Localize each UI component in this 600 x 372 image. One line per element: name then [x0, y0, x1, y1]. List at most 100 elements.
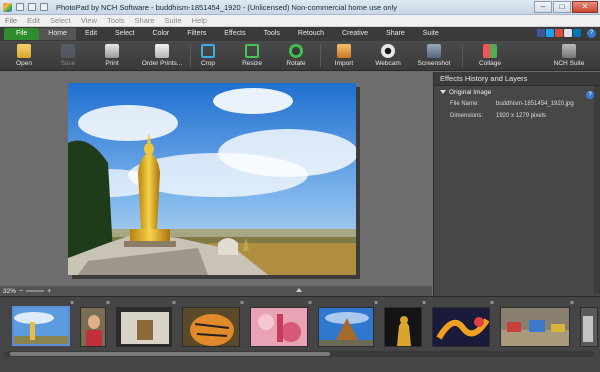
- thumbnail-buddha-statue[interactable]: [12, 306, 70, 346]
- thumbnail-close-icon[interactable]: ×: [374, 300, 380, 307]
- rotate-label: Rotate: [286, 60, 306, 67]
- nch-suite-button[interactable]: NCH Suite: [546, 43, 592, 69]
- linkedin-icon[interactable]: [573, 29, 581, 37]
- maximize-button[interactable]: □: [553, 1, 571, 13]
- screenshot-button[interactable]: Screenshot: [412, 43, 456, 69]
- thumbnail-scrollbar-thumb[interactable]: [10, 352, 330, 356]
- redo-icon[interactable]: [40, 3, 48, 11]
- zoom-slider[interactable]: [26, 290, 45, 292]
- thumbnail-close-icon[interactable]: ×: [570, 300, 576, 307]
- tab-creative[interactable]: Creative: [333, 28, 377, 40]
- panel-title: Effects History and Layers: [434, 72, 600, 86]
- import-button[interactable]: Import: [324, 43, 364, 69]
- order-prints-button[interactable]: Order Prints...: [138, 43, 186, 69]
- thumbnail-close-icon[interactable]: ×: [240, 300, 246, 307]
- thumbnail-tiger[interactable]: [182, 307, 240, 347]
- webcam-label: Webcam: [375, 60, 401, 67]
- menu-help[interactable]: Help: [187, 16, 212, 25]
- youtube-icon[interactable]: [564, 29, 572, 37]
- undo-icon[interactable]: [28, 3, 36, 11]
- thumbnail-pink-flowers[interactable]: [250, 307, 308, 347]
- crop-button[interactable]: Crop: [188, 43, 228, 69]
- zoom-value: 32%: [3, 287, 17, 295]
- expand-triangle-icon[interactable]: [440, 90, 446, 94]
- menu-tools[interactable]: Tools: [102, 16, 130, 25]
- twitter-icon[interactable]: [546, 29, 554, 37]
- menu-share[interactable]: Share: [130, 16, 160, 25]
- printer-icon: [105, 44, 119, 58]
- tab-home[interactable]: Home: [39, 28, 76, 40]
- collage-button[interactable]: Collage: [470, 43, 510, 69]
- tab-file[interactable]: File: [4, 28, 40, 40]
- facebook-icon[interactable]: [537, 29, 545, 37]
- toolbar: Open Save Print Order Prints... Crop Res…: [0, 41, 600, 71]
- ribbon-tabs: File Home Edit Select Color Filters Effe…: [0, 27, 600, 41]
- thumbnail-temple-sky[interactable]: [318, 307, 374, 347]
- webcam-button[interactable]: Webcam: [368, 43, 408, 69]
- rotate-button[interactable]: Rotate: [276, 43, 316, 69]
- window-title: PhotoPad by NCH Software - buddhism-1851…: [56, 2, 398, 12]
- menu-file[interactable]: File: [0, 16, 22, 25]
- tab-edit[interactable]: Edit: [76, 28, 106, 40]
- tab-suite[interactable]: Suite: [414, 28, 448, 40]
- dimensions-row: Dimensions: 1920 x 1279 pixels: [434, 110, 600, 122]
- collage-icon: [483, 44, 497, 58]
- tab-color[interactable]: Color: [144, 28, 179, 40]
- tab-share[interactable]: Share: [377, 28, 414, 40]
- menu-view[interactable]: View: [76, 16, 102, 25]
- import-label: Import: [334, 60, 354, 67]
- main-photo[interactable]: [68, 83, 356, 275]
- title-bar: PhotoPad by NCH Software - buddhism-1851…: [0, 0, 600, 15]
- menu-suite[interactable]: Suite: [160, 16, 187, 25]
- import-icon: [337, 44, 351, 58]
- thumbnail-close-icon[interactable]: ×: [490, 300, 496, 307]
- zoom-bar: 32% − +: [0, 286, 432, 296]
- menu-edit[interactable]: Edit: [22, 16, 45, 25]
- collapse-strip-icon[interactable]: [296, 288, 302, 292]
- open-button[interactable]: Open: [4, 43, 44, 69]
- thumbnail-market[interactable]: [500, 307, 570, 347]
- close-button[interactable]: ✕: [572, 1, 598, 13]
- google-plus-icon[interactable]: [555, 29, 563, 37]
- save-label: Save: [60, 60, 76, 67]
- thumbnail-dragon-lights[interactable]: [432, 307, 490, 347]
- thumbnail-partial[interactable]: [580, 307, 598, 347]
- screenshot-label: Screenshot: [417, 60, 451, 67]
- thumbnail-temple-room[interactable]: [116, 307, 172, 347]
- thumbnail-strip: × × × × × × × × ×: [0, 296, 600, 372]
- thumbnail-close-icon[interactable]: ×: [308, 300, 314, 307]
- info-icon[interactable]: ?: [586, 91, 594, 99]
- nch-suite-label: NCH Suite: [553, 60, 585, 67]
- quick-save-icon[interactable]: [16, 3, 24, 11]
- rotate-icon: [289, 44, 303, 58]
- panel-scrollbar[interactable]: [594, 86, 600, 294]
- thumbnail-golden-buddha-dark[interactable]: [384, 307, 422, 347]
- save-disk-icon: [61, 44, 75, 58]
- menu-select[interactable]: Select: [45, 16, 76, 25]
- collage-label: Collage: [478, 60, 502, 67]
- tab-tools[interactable]: Tools: [255, 28, 289, 40]
- tab-effects[interactable]: Effects: [215, 28, 254, 40]
- thumbnail-close-icon[interactable]: ×: [422, 300, 428, 307]
- open-label: Open: [16, 60, 32, 67]
- thumbnail-close-icon[interactable]: ×: [106, 300, 112, 307]
- tab-retouch[interactable]: Retouch: [289, 28, 333, 40]
- print-button[interactable]: Print: [92, 43, 132, 69]
- crop-label: Crop: [200, 60, 216, 67]
- save-button[interactable]: Save: [48, 43, 88, 69]
- help-icon[interactable]: ?: [587, 29, 596, 38]
- thumbnail-close-icon[interactable]: ×: [172, 300, 178, 307]
- photopad-app-icon[interactable]: [3, 2, 12, 12]
- resize-button[interactable]: Resize: [232, 43, 272, 69]
- thumbnail-close-icon[interactable]: ×: [70, 300, 76, 307]
- tab-select[interactable]: Select: [106, 28, 143, 40]
- tab-filters[interactable]: Filters: [178, 28, 215, 40]
- layer-original-image[interactable]: Original Image: [434, 86, 600, 98]
- social-links: ?: [536, 29, 596, 38]
- zoom-out-button[interactable]: −: [19, 288, 23, 295]
- minimize-button[interactable]: –: [534, 1, 552, 13]
- menu-bar: File Edit Select View Tools Share Suite …: [0, 15, 600, 27]
- thumbnail-child-portrait[interactable]: [80, 307, 106, 347]
- zoom-in-button[interactable]: +: [47, 288, 51, 295]
- image-canvas[interactable]: [0, 72, 432, 286]
